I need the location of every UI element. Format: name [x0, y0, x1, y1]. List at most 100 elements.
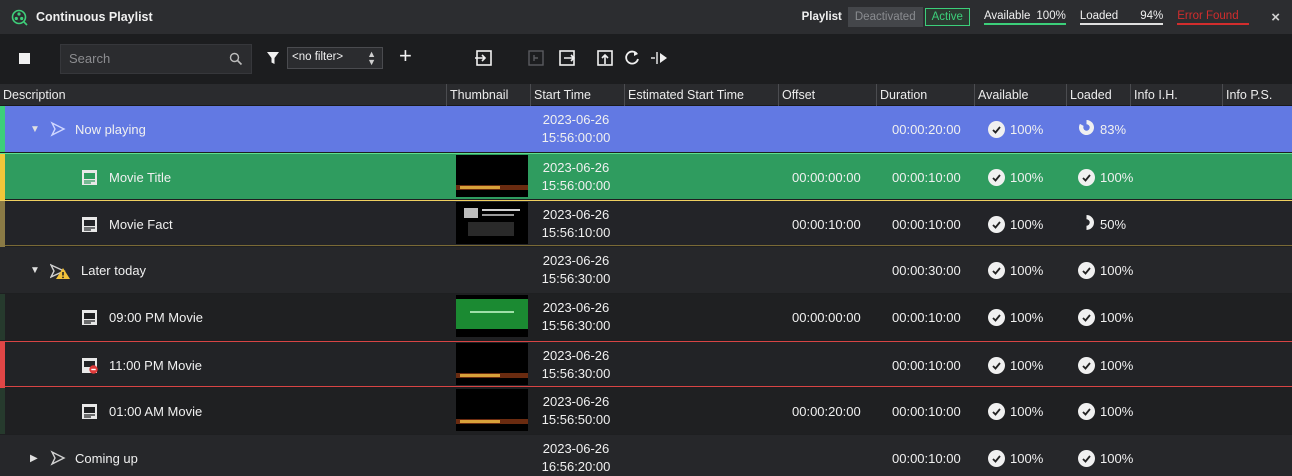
column-duration[interactable]: Duration: [876, 84, 974, 106]
progress-ring-icon: [1078, 119, 1095, 139]
title-bar: Continuous Playlist Playlist Deactivated…: [0, 0, 1292, 34]
column-start-time[interactable]: Start Time: [530, 84, 624, 106]
loaded-value: 94%: [1140, 9, 1164, 22]
expand-chevron-icon[interactable]: ▼: [30, 124, 40, 135]
table-row[interactable]: Movie Title 2023-06-26 15:56:00:00 00:00…: [0, 153, 1292, 200]
table-row[interactable]: 09:00 PM Movie 2023-06-26 15:56:30:00 00…: [0, 294, 1292, 340]
loaded-cell: 100%: [1078, 247, 1133, 293]
column-estimated-start-time[interactable]: Estimated Start Time: [624, 84, 778, 106]
start-time-cell: 2023-06-26 15:56:30:00: [530, 294, 622, 340]
row-marker: [0, 388, 5, 434]
available-cell: 100%: [988, 388, 1043, 434]
start-time-cell: 2023-06-26 15:56:30:00: [530, 342, 622, 388]
column-offset[interactable]: Offset: [778, 84, 876, 106]
thumbnail-image: [456, 202, 528, 244]
check-icon: [988, 308, 1005, 326]
available-value: 100%: [1010, 403, 1044, 419]
duration-cell: 00:00:10:00: [892, 403, 961, 419]
duration-cell: 00:00:10:00: [892, 216, 961, 232]
search-icon[interactable]: [229, 52, 243, 66]
document-icon: [81, 309, 98, 326]
duration-cell: 00:00:30:00: [892, 262, 961, 278]
active-button[interactable]: Active: [924, 8, 970, 26]
start-time: 15:56:10:00: [541, 225, 611, 240]
deactivated-button[interactable]: Deactivated: [847, 7, 923, 27]
upload-icon[interactable]: [595, 48, 615, 68]
start-date: 2023-06-26: [542, 300, 610, 315]
table-row[interactable]: 01:00 AM Movie 2023-06-26 15:56:50:00 00…: [0, 388, 1292, 434]
table-row[interactable]: ▼ Now playing 2023-06-26 15:56:00:00 00:…: [0, 106, 1292, 152]
check-icon: [988, 168, 1005, 186]
check-icon: [988, 261, 1005, 279]
available-value: 100%: [1036, 9, 1066, 22]
loaded-value: 100%: [1100, 309, 1134, 325]
disabled-insert-icon[interactable]: [526, 48, 546, 68]
available-value: 100%: [1010, 450, 1044, 466]
column-description[interactable]: Description: [0, 84, 446, 106]
table-row[interactable]: Movie Fact 2023-06-26 15:56:10:00 00:00:…: [0, 200, 1292, 247]
filter-dropdown[interactable]: <no filter> ▲ ▼: [287, 47, 383, 69]
toolbar: <no filter> ▲▼ +: [0, 34, 1292, 84]
warning-play-icon: [49, 262, 72, 279]
start-time: 15:56:00:00: [541, 130, 611, 145]
row-marker: [0, 154, 5, 200]
check-icon: [1078, 308, 1095, 326]
available-cell: 100%: [988, 106, 1043, 152]
loaded-cell: 100%: [1078, 154, 1133, 200]
check-icon: [988, 449, 1005, 467]
refresh-icon[interactable]: [622, 48, 642, 68]
row-marker: [0, 342, 5, 388]
duration-cell: 00:00:20:00: [892, 121, 961, 137]
expand-chevron-icon[interactable]: ▶: [30, 453, 40, 464]
start-time-cell: 2023-06-26 15:56:50:00: [530, 388, 622, 434]
document-icon: [81, 216, 98, 233]
column-info-ps[interactable]: Info P.S.: [1222, 84, 1292, 106]
thumbnail-image: [456, 155, 528, 197]
start-time: 16:56:20:00: [541, 459, 611, 474]
close-button[interactable]: ×: [1271, 9, 1280, 26]
column-loaded[interactable]: Loaded: [1066, 84, 1130, 106]
filter-value: <no filter>: [292, 51, 344, 63]
loaded-value: 83%: [1100, 121, 1127, 137]
progress-ring-icon: [1078, 214, 1095, 234]
available-cell: 100%: [988, 435, 1043, 476]
check-icon: [988, 120, 1005, 138]
offset-cell: 00:00:00:00: [792, 169, 861, 185]
loaded-value: 100%: [1100, 403, 1134, 419]
insert-icon[interactable]: [474, 48, 494, 68]
row-label: Movie Title: [109, 169, 172, 185]
add-icon[interactable]: +: [399, 44, 412, 68]
play-icon: [50, 121, 66, 137]
row-label: Coming up: [75, 450, 138, 466]
document-icon: [81, 169, 98, 186]
column-available[interactable]: Available: [974, 84, 1066, 106]
stop-icon[interactable]: [19, 53, 30, 64]
export-icon[interactable]: [557, 48, 577, 68]
available-value: 100%: [1010, 357, 1044, 373]
start-time: 15:56:30:00: [541, 318, 611, 333]
start-date: 2023-06-26: [542, 253, 610, 268]
column-thumbnail[interactable]: Thumbnail: [446, 84, 530, 106]
check-icon: [1078, 356, 1095, 374]
loaded-cell: 100%: [1078, 388, 1133, 434]
duration-cell: 00:00:10:00: [892, 450, 961, 466]
thumbnail-image: [456, 343, 528, 385]
loaded-cell: 50%: [1078, 201, 1126, 247]
loaded-value: 100%: [1100, 169, 1134, 185]
search-input[interactable]: [69, 51, 219, 66]
loaded-label: Loaded: [1079, 9, 1119, 22]
start-date: 2023-06-26: [542, 394, 610, 409]
row-label: Now playing: [75, 121, 146, 137]
column-info-ih[interactable]: Info I.H.: [1130, 84, 1222, 106]
filter-icon[interactable]: [266, 51, 280, 65]
duration-cell: 00:00:10:00: [892, 357, 961, 373]
start-date: 2023-06-26: [542, 207, 610, 222]
loaded-value: 50%: [1100, 216, 1127, 232]
expand-chevron-icon[interactable]: ▼: [30, 265, 40, 276]
table-row[interactable]: ▶ Coming up 2023-06-26 16:56:20:00 00:00…: [0, 435, 1292, 476]
check-icon: [988, 356, 1005, 374]
split-play-icon[interactable]: [649, 48, 669, 68]
loaded-value: 100%: [1100, 262, 1134, 278]
table-row[interactable]: ▼ Later today 2023-06-26 15:56:30:00 00:…: [0, 247, 1292, 293]
table-row[interactable]: 11:00 PM Movie 2023-06-26 15:56:30:00 00…: [0, 341, 1292, 388]
